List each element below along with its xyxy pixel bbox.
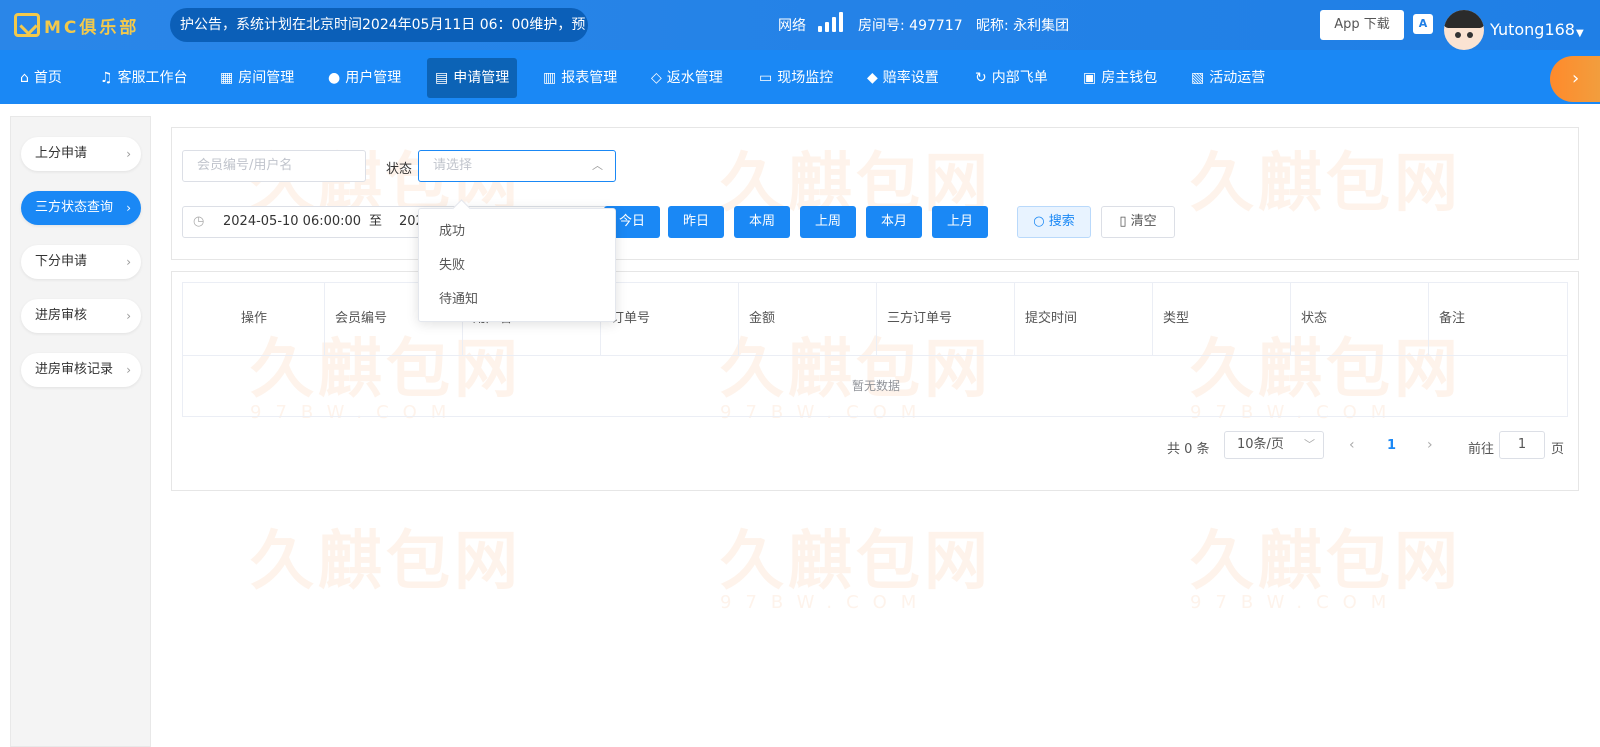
nav-scroll-right-icon[interactable]: › <box>1550 56 1600 102</box>
status-option-pending-notify[interactable]: 待通知 <box>419 283 615 317</box>
nav-item-rebate[interactable]: ◇ 返水管理 <box>643 58 731 98</box>
chevron-right-icon: › <box>126 201 131 215</box>
last-week-button[interactable]: 上周 <box>800 206 856 238</box>
top-header: MC俱乐部 护公告，系统计划在北京时间2024年05月11日 06：00维护，预… <box>0 0 1600 50</box>
this-month-button[interactable]: 本月 <box>866 206 922 238</box>
chevron-right-icon: › <box>126 309 131 323</box>
monitor-icon: ▭ <box>759 70 773 86</box>
search-button[interactable]: ○ 搜索 <box>1017 206 1091 238</box>
clear-button[interactable]: ▯ 清空 <box>1101 206 1175 238</box>
network-label: 网络 <box>778 18 806 34</box>
page-size-select[interactable]: 10条/页 ﹀ <box>1224 431 1324 459</box>
column-header: 操作 <box>183 283 325 355</box>
sidebar-item-room-review[interactable]: 进房审核 › <box>21 299 141 333</box>
home-icon: ⌂ <box>20 70 29 86</box>
refresh-icon: ↻ <box>975 70 987 86</box>
table-header: 操作 会员编号 用户名 订单号 金额 三方订单号 提交时间 类型 状态 备注 <box>182 282 1568 356</box>
chevron-down-icon[interactable]: ▼ <box>1576 28 1584 39</box>
nav-item-reports[interactable]: ▥ 报表管理 <box>535 58 625 98</box>
announcement-marquee: 护公告，系统计划在北京时间2024年05月11日 06：00维护，预 <box>170 8 588 42</box>
nav-item-home[interactable]: ⌂ 首页 <box>12 58 70 98</box>
watermark: 久麒包网 <box>250 525 522 599</box>
chevron-up-icon: ︿ <box>592 159 603 172</box>
room-number: 房间号: 497717 <box>858 18 963 34</box>
sidebar: 上分申请 › 三方状态查询 › 下分申请 › 进房审核 › 进房审核记录 › <box>10 116 151 747</box>
nav-item-odds[interactable]: ◆ 赔率设置 <box>859 58 947 98</box>
headset-icon: ♫ <box>100 70 113 86</box>
nav-item-users[interactable]: ● 用户管理 <box>320 58 409 98</box>
date-start[interactable]: 2024-05-10 06:00:00 <box>223 207 361 237</box>
yesterday-button[interactable]: 昨日 <box>668 206 724 238</box>
sidebar-item-third-party-status[interactable]: 三方状态查询 › <box>21 191 141 225</box>
gift-icon: ▧ <box>1191 70 1205 86</box>
app-download-button[interactable]: App 下载 <box>1320 10 1404 40</box>
status-select-placeholder: 请选择 <box>433 158 473 173</box>
nav-item-applications[interactable]: ▤ 申请管理 <box>427 58 518 98</box>
app-logo[interactable]: MC俱乐部 <box>14 12 139 38</box>
empty-state: 暂无数据 <box>851 379 900 393</box>
sidebar-item-score-up[interactable]: 上分申请 › <box>21 137 141 171</box>
nav-item-activities[interactable]: ▧ 活动运营 <box>1183 58 1273 98</box>
column-header: 订单号 <box>601 283 739 355</box>
username[interactable]: Yutong168 <box>1490 20 1575 39</box>
status-option-success[interactable]: 成功 <box>419 215 615 249</box>
chevron-right-icon: › <box>126 255 131 269</box>
translate-icon[interactable]: A <box>1413 14 1433 34</box>
sidebar-item-score-down[interactable]: 下分申请 › <box>21 245 141 279</box>
nav-item-wallet[interactable]: ▣ 房主钱包 <box>1075 58 1165 98</box>
search-icon: ○ <box>1033 214 1049 229</box>
status-dropdown: 成功 失败 待通知 <box>418 208 616 322</box>
sidebar-item-room-review-log[interactable]: 进房审核记录 › <box>21 353 141 387</box>
nav-item-monitor[interactable]: ▭ 现场监控 <box>751 58 841 98</box>
this-week-button[interactable]: 本周 <box>734 206 790 238</box>
status-select[interactable]: 请选择 ︿ <box>418 150 616 182</box>
member-search-input[interactable]: 会员编号/用户名 <box>182 150 366 182</box>
nav-item-internal-orders[interactable]: ↻ 内部飞单 <box>967 58 1056 98</box>
nav-item-service-desk[interactable]: ♫ 客服工作台 <box>92 58 196 98</box>
status-label: 状态 <box>386 162 413 177</box>
wallet-icon: ▣ <box>1083 70 1097 86</box>
column-header: 状态 <box>1291 283 1429 355</box>
page-suffix: 页 <box>1551 442 1565 457</box>
column-header: 提交时间 <box>1015 283 1153 355</box>
watermark-sub: 97BW.COM <box>720 592 931 613</box>
column-header: 类型 <box>1153 283 1291 355</box>
nav-item-rooms[interactable]: ▦ 房间管理 <box>212 58 302 98</box>
bar-chart-icon: ▥ <box>543 70 557 86</box>
tag-icon: ◇ <box>651 70 662 86</box>
logo-icon <box>14 13 40 37</box>
watermark: 久麒包网 <box>720 525 992 599</box>
clock-icon: ◷ <box>193 214 205 229</box>
date-separator: 至 <box>369 214 383 229</box>
goto-page-input[interactable]: 1 <box>1499 431 1545 459</box>
document-icon: ▤ <box>435 70 449 86</box>
watermark-sub: 97BW.COM <box>1190 592 1401 613</box>
logo-text: MC俱乐部 <box>44 17 140 38</box>
column-header: 三方订单号 <box>877 283 1015 355</box>
column-header: 金额 <box>739 283 877 355</box>
chevron-down-icon: ﹀ <box>1304 438 1315 451</box>
nickname: 昵称: 永利集团 <box>976 18 1070 34</box>
chevron-right-icon: › <box>126 147 131 161</box>
filter-panel <box>171 127 1579 260</box>
watermark: 久麒包网 <box>1190 525 1462 599</box>
chevron-right-icon: › <box>126 363 131 377</box>
table-body: 暂无数据 <box>182 355 1568 417</box>
signal-icon <box>818 12 844 32</box>
current-page[interactable]: 1 <box>1387 438 1396 453</box>
user-icon: ● <box>328 70 341 86</box>
column-header: 备注 <box>1439 311 1466 326</box>
pagination-total: 共 0 条 <box>1167 442 1210 457</box>
status-option-failed[interactable]: 失败 <box>419 249 615 283</box>
trash-icon: ▯ <box>1119 214 1131 229</box>
grid-icon: ▦ <box>220 70 234 86</box>
avatar[interactable] <box>1444 10 1484 50</box>
main-nav: ⌂ 首页 ♫ 客服工作台 ▦ 房间管理 ● 用户管理 ▤ 申请管理 ▥ 报表管理 ◇ 返水管理… <box>0 50 1600 104</box>
last-month-button[interactable]: 上月 <box>932 206 988 238</box>
goto-label: 前往 <box>1468 442 1495 457</box>
shield-icon: ◆ <box>867 70 878 86</box>
next-page-icon[interactable]: › <box>1427 437 1433 453</box>
prev-page-icon[interactable]: ‹ <box>1349 437 1355 453</box>
